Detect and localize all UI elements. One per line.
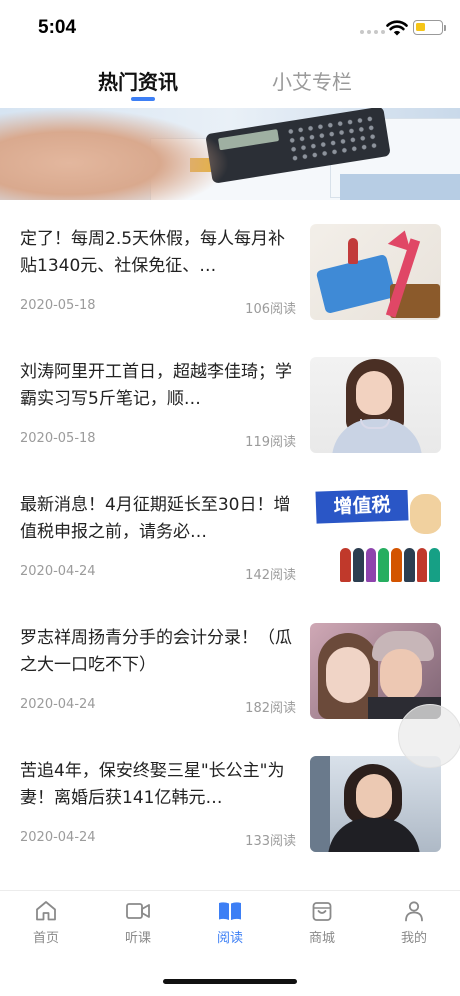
nav-home[interactable]: 首页	[16, 899, 76, 946]
news-read-count: 182阅读	[245, 701, 296, 716]
shopping-bag-icon	[312, 902, 332, 921]
battery-icon	[413, 20, 443, 35]
nav-reading-label: 阅读	[216, 931, 243, 946]
nav-home-label: 首页	[32, 931, 59, 946]
news-item[interactable]: 刘涛阿里开工首日，超越李佳琦；学霸实习写5斤笔记，顺… 2020-05-18 1…	[0, 333, 460, 466]
news-read-count: 133阅读	[245, 834, 296, 849]
news-title: 罗志祥周扬青分手的会计分录！（瓜之大一口吃不下）	[20, 628, 292, 675]
news-list: 定了！每周2.5天休假，每人每月补贴1340元、社保免征、… 2020-05-1…	[0, 200, 460, 865]
news-thumbnail	[310, 756, 441, 852]
news-item[interactable]: 定了！每周2.5天休假，每人每月补贴1340元、社保免征、… 2020-05-1…	[0, 200, 460, 333]
news-thumbnail	[310, 357, 441, 453]
nav-profile[interactable]: 我的	[384, 899, 444, 946]
news-read-count: 106阅读	[245, 302, 296, 317]
nav-courses-label: 听课	[124, 931, 151, 946]
banner-image[interactable]	[0, 108, 460, 200]
tab-hot-news[interactable]: 热门资讯	[98, 66, 178, 95]
battery-nub	[444, 25, 446, 31]
status-time: 5:04	[38, 17, 77, 38]
nav-reading[interactable]: 阅读	[200, 899, 260, 946]
news-title: 定了！每周2.5天休假，每人每月补贴1340元、社保免征、…	[20, 229, 286, 276]
news-date: 2020-04-24	[20, 564, 96, 579]
news-date: 2020-05-18	[20, 298, 96, 313]
news-item[interactable]: 最新消息！4月征期延长至30日！增值税申报之前，请务必… 2020-04-24 …	[0, 466, 460, 599]
wifi-icon	[386, 20, 408, 36]
bottom-nav: 首页 听课 阅读 商城 我的	[0, 890, 460, 962]
vat-label: 增值税	[315, 490, 409, 524]
floating-assistive-button[interactable]	[398, 704, 460, 768]
tab-active-indicator	[131, 97, 155, 101]
top-tabs: 热门资讯 小艾专栏	[0, 60, 460, 108]
news-item[interactable]: 罗志祥周扬青分手的会计分录！（瓜之大一口吃不下） 2020-04-24 182阅…	[0, 599, 460, 732]
status-bar: 5:04	[0, 0, 460, 56]
news-title: 最新消息！4月征期延长至30日！增值税申报之前，请务必…	[20, 495, 291, 542]
news-read-count: 142阅读	[245, 568, 296, 583]
news-title: 苦追4年，保安终娶三星"长公主"为妻！离婚后获141亿韩元…	[20, 761, 285, 808]
nav-mall-label: 商城	[308, 931, 335, 946]
news-read-count: 119阅读	[245, 435, 296, 450]
nav-profile-label: 我的	[400, 931, 427, 946]
news-date: 2020-04-24	[20, 830, 96, 845]
news-thumbnail: 增值税	[310, 490, 441, 586]
news-date: 2020-04-24	[20, 697, 96, 712]
video-icon	[126, 903, 150, 919]
signal-icon	[360, 30, 385, 34]
home-indicator	[163, 979, 297, 984]
hand-illustration	[0, 108, 230, 200]
person-icon	[405, 901, 423, 922]
news-title: 刘涛阿里开工首日，超越李佳琦；学霸实习写5斤笔记，顺…	[20, 362, 292, 409]
nav-mall[interactable]: 商城	[292, 899, 352, 946]
book-icon	[219, 902, 241, 920]
news-date: 2020-05-18	[20, 431, 96, 446]
nav-courses[interactable]: 听课	[108, 899, 168, 946]
news-thumbnail	[310, 224, 441, 320]
home-icon	[36, 901, 56, 921]
tab-xiaoai-column[interactable]: 小艾专栏	[272, 66, 352, 95]
news-item[interactable]: 苦追4年，保安终娶三星"长公主"为妻！离婚后获141亿韩元… 2020-04-2…	[0, 732, 460, 865]
